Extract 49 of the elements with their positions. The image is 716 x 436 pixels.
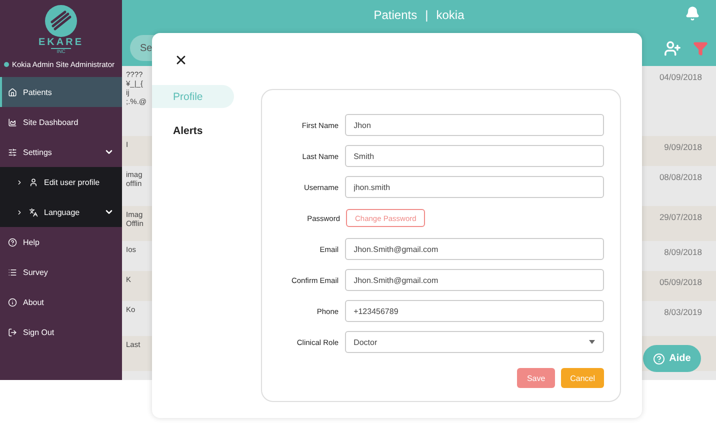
close-button[interactable]	[174, 53, 188, 67]
help-icon	[8, 238, 17, 246]
chart-icon	[8, 118, 17, 126]
input-field[interactable]: Smith	[344, 145, 604, 167]
info-icon	[8, 298, 17, 306]
date-cell-text: 05/09/2018	[659, 276, 702, 289]
user-icon	[29, 178, 38, 186]
input-field[interactable]: Jhon	[344, 114, 604, 136]
sidebar-item[interactable]: Patients	[0, 77, 122, 107]
date-cell-text: 9/09/2018	[664, 141, 702, 154]
bell-icon[interactable]	[685, 6, 700, 21]
filter-icon[interactable]	[693, 40, 708, 56]
help-icon	[653, 352, 666, 364]
input-field[interactable]: Jhon.Smith@gmail.com	[344, 269, 604, 291]
input-field[interactable]: +123456789	[344, 300, 604, 322]
add-user-icon[interactable]	[664, 40, 681, 56]
language-icon	[29, 208, 38, 216]
caret-icon	[589, 340, 595, 344]
status-dot	[4, 62, 9, 66]
chevron-right-icon	[16, 178, 23, 186]
sidebar-item[interactable]: Site Dashboard	[0, 107, 122, 137]
input-field[interactable]: Jhon.Smith@gmail.com	[344, 238, 604, 260]
date-cell-text: 29/07/2018	[659, 211, 702, 224]
chevron-down-icon	[104, 147, 114, 157]
sidebar-item[interactable]: Sign Out	[0, 317, 122, 347]
chevron-down-icon	[104, 207, 114, 217]
select-field[interactable]: Doctor	[344, 331, 604, 353]
logo-text: EKARE	[38, 38, 84, 48]
header-separator: |	[425, 8, 428, 22]
sidebar-item[interactable]: Help	[0, 227, 122, 257]
sidebar-item[interactable]: Language	[0, 197, 122, 227]
list-icon	[8, 268, 17, 276]
date-cell-text: 08/08/2018	[659, 171, 702, 184]
sidebar-item[interactable]: Settings	[0, 137, 122, 167]
date-cell-text: 8/09/2018	[664, 246, 702, 259]
date-cell-text: 04/09/2018	[659, 71, 702, 84]
sliders-icon	[8, 148, 17, 156]
input-field[interactable]: jhon.smith	[344, 176, 604, 198]
date-cell-text: 8/03/2019	[664, 306, 702, 319]
sign-out-icon	[8, 328, 17, 336]
tab[interactable]: Alerts	[152, 119, 234, 142]
site-name: kokia	[436, 8, 464, 22]
header-title: Patients	[374, 8, 418, 22]
chevron-right-icon	[16, 208, 23, 216]
sidebar-item[interactable]: Survey	[0, 257, 122, 287]
sidebar-item[interactable]: About	[0, 287, 122, 317]
logo-icon	[44, 4, 78, 38]
home-icon	[8, 88, 17, 96]
sidebar-item[interactable]: Edit user profile	[0, 167, 122, 197]
